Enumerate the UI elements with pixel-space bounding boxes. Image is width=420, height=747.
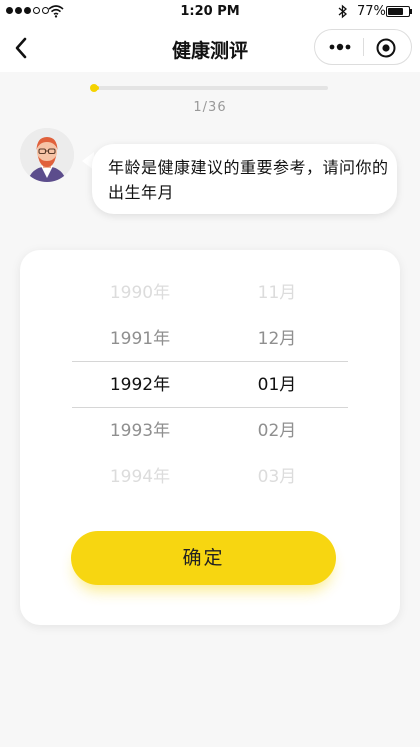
selection-line-bottom	[72, 407, 348, 408]
date-picker-card: 1990年 11月 1991年 12月 1992年 01月 1993年 02月 …	[20, 250, 400, 625]
confirm-button[interactable]: 确定	[71, 531, 336, 585]
progress-indicator	[90, 84, 98, 92]
more-dots-icon[interactable]	[328, 39, 352, 55]
target-circle-icon[interactable]	[375, 37, 397, 59]
picker-row[interactable]: 1993年 02月	[72, 408, 348, 454]
selection-line-top	[72, 361, 348, 362]
month-option[interactable]: 12月	[232, 316, 322, 362]
battery-percent: 77%	[357, 4, 386, 19]
month-option[interactable]: 02月	[232, 408, 322, 454]
selected-month[interactable]: 01月	[232, 362, 322, 408]
month-option[interactable]: 11月	[232, 270, 322, 316]
progress-bar	[90, 84, 328, 92]
year-option[interactable]: 1991年	[92, 316, 188, 362]
year-option[interactable]: 1990年	[92, 270, 188, 316]
capsule-divider	[363, 38, 364, 56]
year-option[interactable]: 1993年	[92, 408, 188, 454]
selected-year[interactable]: 1992年	[92, 362, 188, 408]
battery-icon	[386, 6, 410, 17]
mini-program-capsule	[314, 29, 412, 65]
month-option[interactable]: 03月	[232, 454, 322, 500]
progress-counter: 1/36	[193, 100, 227, 115]
status-bar: 1:20 PM 77%	[0, 0, 420, 24]
avatar-man-icon	[20, 128, 74, 182]
nav-bar: 健康测评	[0, 24, 420, 72]
picker-row-selected[interactable]: 1992年 01月	[72, 362, 348, 408]
year-option[interactable]: 1994年	[92, 454, 188, 500]
date-picker[interactable]: 1990年 11月 1991年 12月 1992年 01月 1993年 02月 …	[72, 270, 348, 502]
bluetooth-icon	[338, 4, 347, 19]
picker-row[interactable]: 1990年 11月	[72, 270, 348, 316]
picker-row[interactable]: 1991年 12月	[72, 316, 348, 362]
question-bubble: 年龄是健康建议的重要参考，请问你的出生年月	[92, 144, 397, 214]
picker-row[interactable]: 1994年 03月	[72, 454, 348, 500]
question-text: 年龄是健康建议的重要参考，请问你的出生年月	[108, 158, 389, 202]
